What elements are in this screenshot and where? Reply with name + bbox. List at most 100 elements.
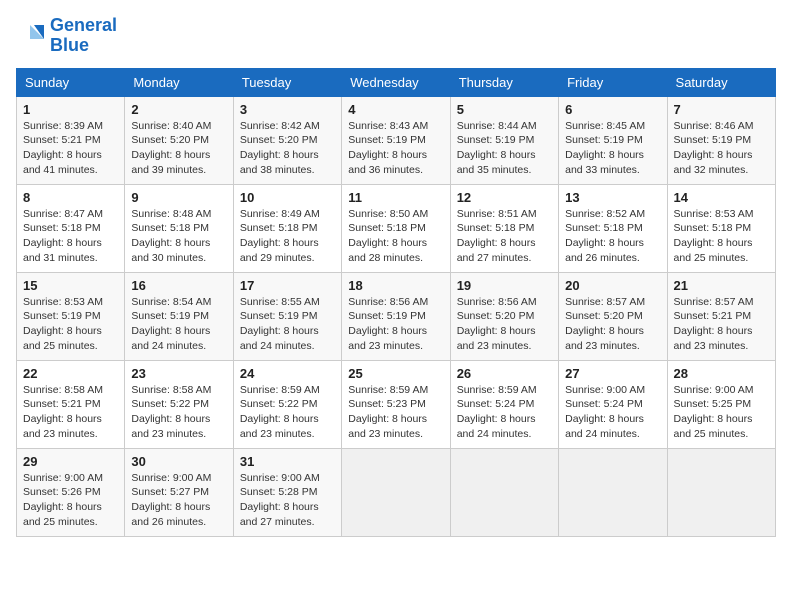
cell-info: Sunrise: 8:59 AM Sunset: 5:24 PM Dayligh… <box>457 383 552 442</box>
day-number: 27 <box>565 366 660 381</box>
dow-header: Thursday <box>450 68 558 96</box>
cell-info: Sunrise: 8:50 AM Sunset: 5:18 PM Dayligh… <box>348 207 443 266</box>
cell-info: Sunrise: 8:40 AM Sunset: 5:20 PM Dayligh… <box>131 119 226 178</box>
cell-info: Sunrise: 8:58 AM Sunset: 5:21 PM Dayligh… <box>23 383 118 442</box>
cell-info: Sunrise: 9:00 AM Sunset: 5:24 PM Dayligh… <box>565 383 660 442</box>
calendar-cell: 29 Sunrise: 9:00 AM Sunset: 5:26 PM Dayl… <box>17 448 125 536</box>
day-number: 14 <box>674 190 769 205</box>
calendar-cell: 12 Sunrise: 8:51 AM Sunset: 5:18 PM Dayl… <box>450 184 558 272</box>
logo: General Blue <box>16 16 117 56</box>
day-number: 2 <box>131 102 226 117</box>
day-number: 12 <box>457 190 552 205</box>
day-number: 9 <box>131 190 226 205</box>
day-number: 10 <box>240 190 335 205</box>
dow-header: Friday <box>559 68 667 96</box>
calendar-cell: 15 Sunrise: 8:53 AM Sunset: 5:19 PM Dayl… <box>17 272 125 360</box>
day-number: 5 <box>457 102 552 117</box>
day-number: 17 <box>240 278 335 293</box>
calendar-cell <box>667 448 775 536</box>
cell-info: Sunrise: 8:39 AM Sunset: 5:21 PM Dayligh… <box>23 119 118 178</box>
calendar-cell: 1 Sunrise: 8:39 AM Sunset: 5:21 PM Dayli… <box>17 96 125 184</box>
calendar-cell: 13 Sunrise: 8:52 AM Sunset: 5:18 PM Dayl… <box>559 184 667 272</box>
day-number: 4 <box>348 102 443 117</box>
cell-info: Sunrise: 8:58 AM Sunset: 5:22 PM Dayligh… <box>131 383 226 442</box>
calendar-cell: 22 Sunrise: 8:58 AM Sunset: 5:21 PM Dayl… <box>17 360 125 448</box>
calendar-cell: 14 Sunrise: 8:53 AM Sunset: 5:18 PM Dayl… <box>667 184 775 272</box>
cell-info: Sunrise: 8:57 AM Sunset: 5:21 PM Dayligh… <box>674 295 769 354</box>
cell-info: Sunrise: 9:00 AM Sunset: 5:28 PM Dayligh… <box>240 471 335 530</box>
day-number: 1 <box>23 102 118 117</box>
calendar-cell: 6 Sunrise: 8:45 AM Sunset: 5:19 PM Dayli… <box>559 96 667 184</box>
day-number: 21 <box>674 278 769 293</box>
calendar-cell: 9 Sunrise: 8:48 AM Sunset: 5:18 PM Dayli… <box>125 184 233 272</box>
cell-info: Sunrise: 8:42 AM Sunset: 5:20 PM Dayligh… <box>240 119 335 178</box>
cell-info: Sunrise: 9:00 AM Sunset: 5:25 PM Dayligh… <box>674 383 769 442</box>
calendar-cell: 3 Sunrise: 8:42 AM Sunset: 5:20 PM Dayli… <box>233 96 341 184</box>
calendar-cell: 7 Sunrise: 8:46 AM Sunset: 5:19 PM Dayli… <box>667 96 775 184</box>
day-number: 25 <box>348 366 443 381</box>
day-number: 18 <box>348 278 443 293</box>
day-number: 7 <box>674 102 769 117</box>
cell-info: Sunrise: 8:47 AM Sunset: 5:18 PM Dayligh… <box>23 207 118 266</box>
page-header: General Blue <box>16 16 776 56</box>
calendar-cell: 18 Sunrise: 8:56 AM Sunset: 5:19 PM Dayl… <box>342 272 450 360</box>
cell-info: Sunrise: 8:55 AM Sunset: 5:19 PM Dayligh… <box>240 295 335 354</box>
cell-info: Sunrise: 8:52 AM Sunset: 5:18 PM Dayligh… <box>565 207 660 266</box>
day-number: 26 <box>457 366 552 381</box>
calendar-cell: 5 Sunrise: 8:44 AM Sunset: 5:19 PM Dayli… <box>450 96 558 184</box>
cell-info: Sunrise: 8:59 AM Sunset: 5:23 PM Dayligh… <box>348 383 443 442</box>
cell-info: Sunrise: 8:56 AM Sunset: 5:20 PM Dayligh… <box>457 295 552 354</box>
calendar-cell: 30 Sunrise: 9:00 AM Sunset: 5:27 PM Dayl… <box>125 448 233 536</box>
calendar-cell: 8 Sunrise: 8:47 AM Sunset: 5:18 PM Dayli… <box>17 184 125 272</box>
cell-info: Sunrise: 8:48 AM Sunset: 5:18 PM Dayligh… <box>131 207 226 266</box>
calendar-cell: 31 Sunrise: 9:00 AM Sunset: 5:28 PM Dayl… <box>233 448 341 536</box>
dow-header: Monday <box>125 68 233 96</box>
day-number: 31 <box>240 454 335 469</box>
calendar-cell: 11 Sunrise: 8:50 AM Sunset: 5:18 PM Dayl… <box>342 184 450 272</box>
logo-text: General Blue <box>50 16 117 56</box>
day-number: 28 <box>674 366 769 381</box>
calendar-cell: 16 Sunrise: 8:54 AM Sunset: 5:19 PM Dayl… <box>125 272 233 360</box>
calendar-cell: 24 Sunrise: 8:59 AM Sunset: 5:22 PM Dayl… <box>233 360 341 448</box>
day-number: 29 <box>23 454 118 469</box>
calendar-cell: 23 Sunrise: 8:58 AM Sunset: 5:22 PM Dayl… <box>125 360 233 448</box>
day-number: 19 <box>457 278 552 293</box>
day-number: 23 <box>131 366 226 381</box>
cell-info: Sunrise: 8:57 AM Sunset: 5:20 PM Dayligh… <box>565 295 660 354</box>
day-number: 20 <box>565 278 660 293</box>
dow-header: Sunday <box>17 68 125 96</box>
calendar-cell: 20 Sunrise: 8:57 AM Sunset: 5:20 PM Dayl… <box>559 272 667 360</box>
dow-header: Tuesday <box>233 68 341 96</box>
dow-header: Saturday <box>667 68 775 96</box>
day-number: 22 <box>23 366 118 381</box>
cell-info: Sunrise: 8:44 AM Sunset: 5:19 PM Dayligh… <box>457 119 552 178</box>
cell-info: Sunrise: 9:00 AM Sunset: 5:26 PM Dayligh… <box>23 471 118 530</box>
calendar-cell: 27 Sunrise: 9:00 AM Sunset: 5:24 PM Dayl… <box>559 360 667 448</box>
calendar-table: SundayMondayTuesdayWednesdayThursdayFrid… <box>16 68 776 537</box>
day-number: 13 <box>565 190 660 205</box>
calendar-cell: 25 Sunrise: 8:59 AM Sunset: 5:23 PM Dayl… <box>342 360 450 448</box>
day-number: 8 <box>23 190 118 205</box>
cell-info: Sunrise: 8:56 AM Sunset: 5:19 PM Dayligh… <box>348 295 443 354</box>
day-number: 24 <box>240 366 335 381</box>
calendar-cell: 28 Sunrise: 9:00 AM Sunset: 5:25 PM Dayl… <box>667 360 775 448</box>
calendar-cell <box>450 448 558 536</box>
day-number: 6 <box>565 102 660 117</box>
cell-info: Sunrise: 9:00 AM Sunset: 5:27 PM Dayligh… <box>131 471 226 530</box>
day-number: 11 <box>348 190 443 205</box>
dow-header: Wednesday <box>342 68 450 96</box>
calendar-cell: 26 Sunrise: 8:59 AM Sunset: 5:24 PM Dayl… <box>450 360 558 448</box>
cell-info: Sunrise: 8:59 AM Sunset: 5:22 PM Dayligh… <box>240 383 335 442</box>
cell-info: Sunrise: 8:53 AM Sunset: 5:18 PM Dayligh… <box>674 207 769 266</box>
day-number: 15 <box>23 278 118 293</box>
cell-info: Sunrise: 8:54 AM Sunset: 5:19 PM Dayligh… <box>131 295 226 354</box>
calendar-cell: 19 Sunrise: 8:56 AM Sunset: 5:20 PM Dayl… <box>450 272 558 360</box>
day-number: 16 <box>131 278 226 293</box>
calendar-cell: 17 Sunrise: 8:55 AM Sunset: 5:19 PM Dayl… <box>233 272 341 360</box>
day-number: 3 <box>240 102 335 117</box>
calendar-cell <box>342 448 450 536</box>
logo-icon <box>16 21 46 51</box>
day-number: 30 <box>131 454 226 469</box>
cell-info: Sunrise: 8:43 AM Sunset: 5:19 PM Dayligh… <box>348 119 443 178</box>
cell-info: Sunrise: 8:53 AM Sunset: 5:19 PM Dayligh… <box>23 295 118 354</box>
